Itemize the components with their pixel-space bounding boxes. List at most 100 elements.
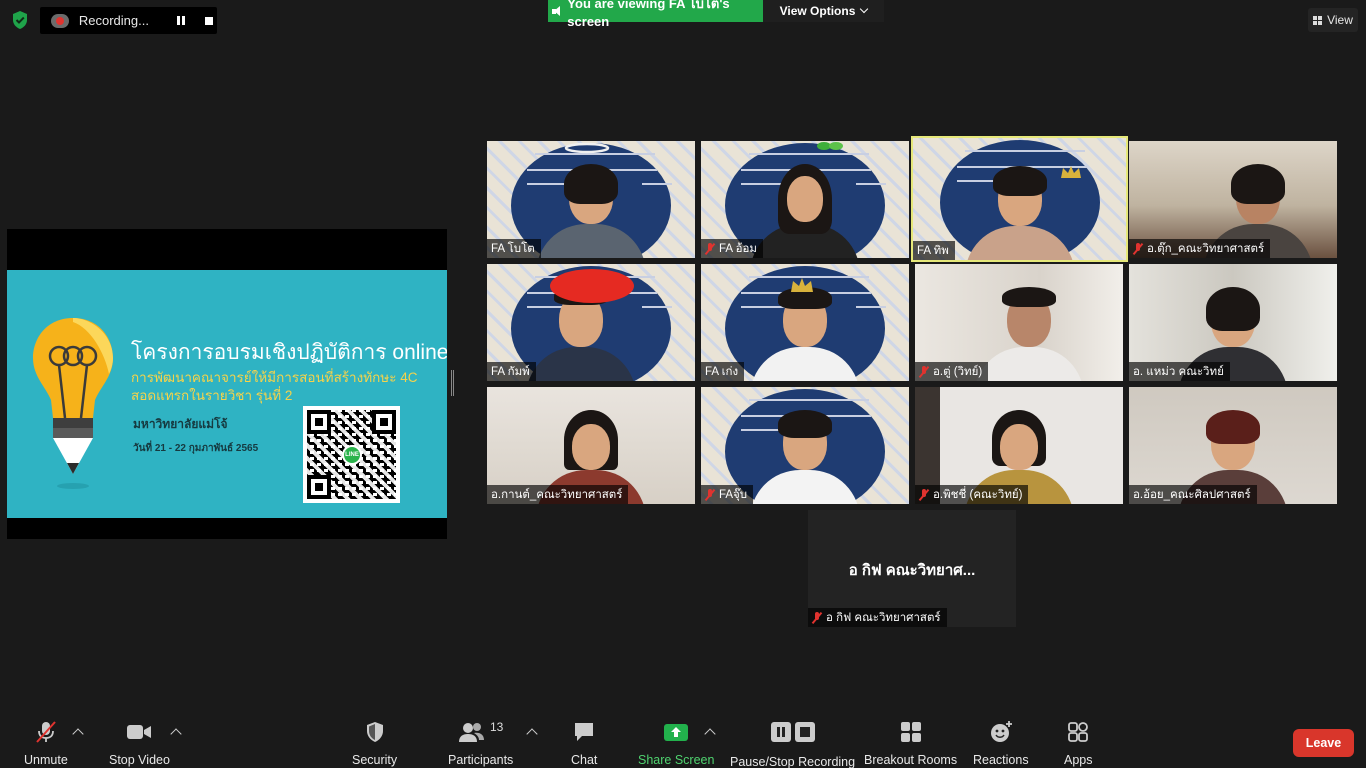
participants-options-caret[interactable]: [526, 728, 538, 740]
participants-label: Participants: [448, 753, 514, 767]
chat-bubble-icon: [575, 723, 594, 741]
video-options-caret[interactable]: [170, 728, 182, 740]
participant-name-tag: อ.อ้อย_คณะศิลปศาสตร์: [1129, 485, 1257, 504]
presentation-slide: โครงการอบรมเชิงปฏิบัติการ online การพัฒน…: [7, 270, 447, 518]
reactions-label: Reactions: [973, 753, 1029, 767]
stop-icon: [205, 16, 214, 25]
participant-video-tile[interactable]: อ.อ้อย_คณะศิลปศาสตร์: [1129, 387, 1337, 504]
participant-display-name: อ กิฟ คณะวิทยาศ...: [848, 562, 976, 579]
participant-video-tile[interactable]: อ.ตุ๊ก_คณะวิทยาศาสตร์: [1129, 141, 1337, 258]
participant-name-tag: FA เก่ง: [701, 362, 745, 381]
qr-code: LINE: [303, 406, 400, 503]
participants-button[interactable]: 13 Participants: [448, 720, 513, 767]
pause-icon: [177, 16, 186, 25]
pause-stop-recording-label: Pause/Stop Recording: [730, 755, 856, 768]
chat-label: Chat: [571, 753, 598, 767]
viewing-screen-banner: You are viewing FA โบโต's screen: [548, 0, 763, 29]
participant-video-tile[interactable]: อ. แหม่ว คณะวิทย์: [1129, 264, 1337, 381]
apps-icon: [1068, 722, 1089, 742]
line-logo-icon: LINE: [342, 445, 362, 465]
participant-name-tag: อ.ตุ๊ก_คณะวิทยาศาสตร์: [1129, 239, 1271, 258]
participant-name-tag: อ.พิชชี่ (คณะวิทย์): [915, 485, 1029, 504]
participant-name-tag: FA โบโต: [487, 239, 541, 258]
lightbulb-icon: [33, 318, 113, 489]
stop-video-label: Stop Video: [109, 753, 170, 767]
speaker-icon: [552, 5, 563, 17]
mic-muted-icon: [919, 488, 929, 501]
split-view-resize-handle[interactable]: [451, 370, 454, 396]
mic-muted-icon: [1133, 242, 1143, 255]
chevron-down-icon: [860, 4, 869, 14]
pause-stop-recording-button[interactable]: Pause/Stop Recording: [730, 720, 855, 768]
participant-video-tile-active-speaker[interactable]: FA ทิพ: [911, 136, 1128, 262]
participant-video-tile[interactable]: FA อ้อม: [701, 141, 909, 258]
audio-options-caret[interactable]: [72, 728, 84, 740]
viewing-screen-text: You are viewing FA โบโต's screen: [567, 0, 730, 29]
security-shield-icon: [366, 722, 383, 742]
slide-title: โครงการอบรมเชิงปฏิบัติการ online: [131, 341, 447, 364]
apps-button[interactable]: Apps: [1064, 720, 1093, 767]
stop-video-button[interactable]: Stop Video: [109, 720, 170, 767]
encryption-shield-icon[interactable]: [9, 9, 31, 31]
breakout-rooms-icon: [900, 722, 921, 742]
recording-status-text: Recording...: [78, 13, 149, 28]
reactions-icon: [990, 721, 1012, 742]
slide-date: วันที่ 21 - 22 กุมภาพันธ์ 2565: [133, 443, 259, 454]
participant-name-tag: FAจุ๊บ: [701, 485, 754, 504]
participant-name-tag: FA อ้อม: [701, 239, 764, 258]
grid-view-icon: [1313, 15, 1323, 25]
meeting-controls-toolbar: Unmute Stop Video Security 13 Participan…: [0, 708, 1366, 768]
participant-name-tag: อ.ตู่ (วิทย์): [915, 362, 989, 381]
security-button[interactable]: Security: [352, 720, 397, 767]
crown-filter-icon: [791, 278, 813, 292]
view-layout-button[interactable]: View: [1308, 8, 1358, 32]
view-label: View: [1327, 13, 1353, 27]
participant-video-tile[interactable]: FA โบโต: [487, 141, 695, 258]
leave-button[interactable]: Leave: [1293, 729, 1354, 757]
participants-count: 13: [489, 720, 504, 734]
participant-name-tag: อ. แหม่ว คณะวิทย์: [1129, 362, 1230, 381]
participants-icon: [458, 723, 484, 742]
unmute-label: Unmute: [24, 753, 68, 767]
shared-screen[interactable]: โครงการอบรมเชิงปฏิบัติการ online การพัฒน…: [7, 229, 447, 539]
participant-video-tile[interactable]: อ.ตู่ (วิทย์): [915, 264, 1123, 381]
pause-recording-button[interactable]: [173, 13, 189, 29]
participant-name-tag: อ กิฟ คณะวิทยาศาสตร์: [808, 608, 947, 627]
share-screen-button[interactable]: Share Screen: [638, 720, 714, 767]
recording-indicator: Recording...: [40, 7, 217, 34]
participant-video-tile[interactable]: FA เก่ง: [701, 264, 909, 381]
mic-muted-icon: [705, 488, 715, 501]
breakout-rooms-label: Breakout Rooms: [864, 753, 958, 767]
slide-subtitle-line2: สอดแทรกในรายวิชา รุ่นที่ 2: [131, 388, 293, 403]
view-options-label: View Options: [779, 4, 856, 18]
unmute-button[interactable]: Unmute: [24, 720, 68, 767]
mic-muted-icon: [36, 721, 56, 743]
participant-video-tile[interactable]: FAจุ๊บ: [701, 387, 909, 504]
record-icon: [51, 13, 69, 28]
participant-video-tile[interactable]: อ.พิชชี่ (คณะวิทย์): [915, 387, 1123, 504]
sprout-filter-icon: [817, 142, 843, 150]
chat-button[interactable]: Chat: [571, 720, 597, 767]
participant-video-tile[interactable]: FA กัมพ์: [487, 264, 695, 381]
halo-filter-icon: [564, 142, 610, 154]
mic-muted-icon: [705, 242, 715, 255]
mic-muted-icon: [919, 365, 929, 378]
participant-name-tag: FA กัมพ์: [487, 362, 536, 381]
security-label: Security: [352, 753, 398, 767]
reactions-button[interactable]: Reactions: [973, 720, 1029, 767]
breakout-rooms-button[interactable]: Breakout Rooms: [864, 720, 957, 767]
participant-video-tile[interactable]: อ.กานต์_คณะวิทยาศาสตร์: [487, 387, 695, 504]
participant-name-tag: FA ทิพ: [913, 241, 955, 260]
apps-label: Apps: [1064, 753, 1093, 767]
stop-recording-button[interactable]: [201, 13, 217, 29]
participant-name-only-tile[interactable]: อ กิฟ คณะวิทยาศ... อ กิฟ คณะวิทยาศาสตร์: [808, 510, 1016, 627]
view-options-button[interactable]: View Options: [763, 0, 884, 22]
share-screen-label: Share Screen: [638, 753, 715, 767]
beret-filter-icon: [550, 269, 634, 303]
share-screen-icon: [664, 724, 689, 741]
pause-stop-recording-icon: [770, 722, 815, 742]
mic-muted-icon: [812, 611, 822, 624]
video-camera-icon: [127, 725, 152, 739]
participant-name-tag: อ.กานต์_คณะวิทยาศาสตร์: [487, 485, 629, 504]
crown-filter-icon: [1061, 166, 1081, 178]
